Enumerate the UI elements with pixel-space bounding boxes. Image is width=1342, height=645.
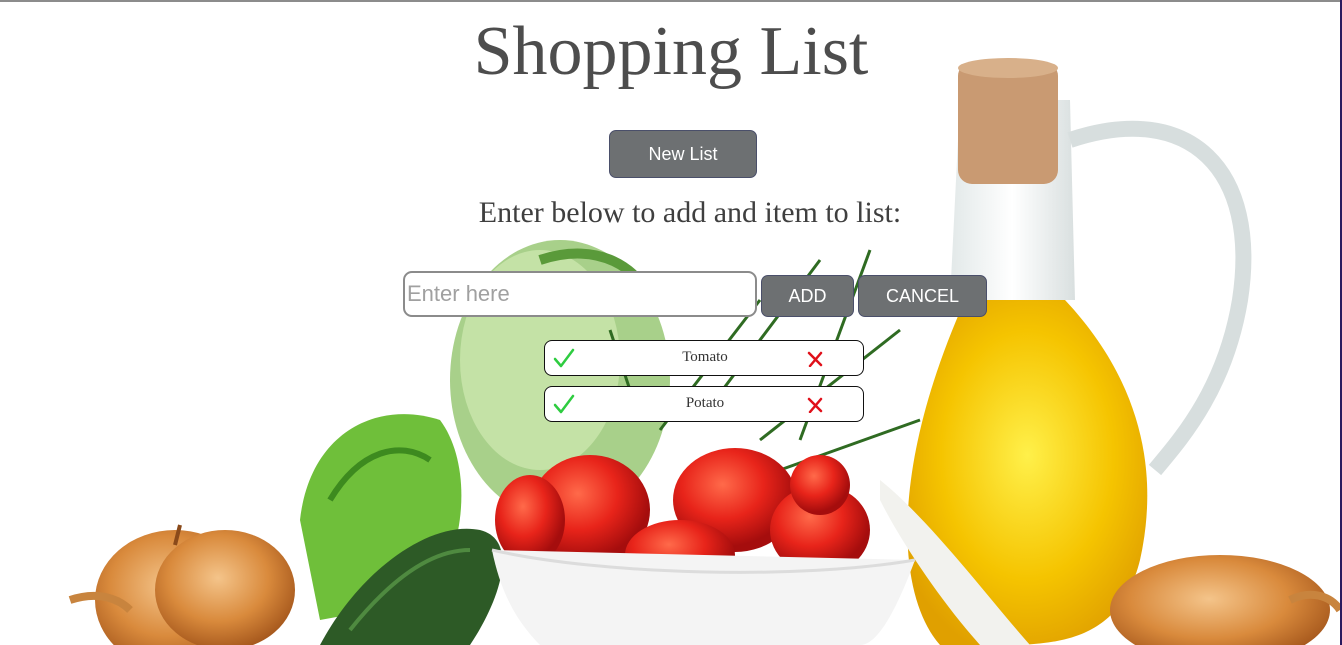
- item-label: Potato: [685, 395, 725, 411]
- item-input[interactable]: [403, 271, 757, 317]
- add-button[interactable]: ADD: [761, 275, 854, 317]
- instruction-text: Enter below to add and item to list:: [478, 196, 902, 229]
- page-title: Shopping List: [473, 13, 869, 90]
- x-icon[interactable]: [807, 351, 823, 368]
- background-vegetables-image: [68, 58, 1340, 645]
- item-label: Tomato: [682, 349, 728, 365]
- list-item: Tomato: [544, 340, 864, 376]
- check-icon[interactable]: [553, 347, 575, 369]
- new-list-button[interactable]: New List: [609, 130, 757, 178]
- list-item: Potato: [544, 386, 864, 422]
- x-icon[interactable]: [807, 397, 823, 414]
- cancel-button[interactable]: CANCEL: [858, 275, 987, 317]
- check-icon[interactable]: [553, 393, 575, 415]
